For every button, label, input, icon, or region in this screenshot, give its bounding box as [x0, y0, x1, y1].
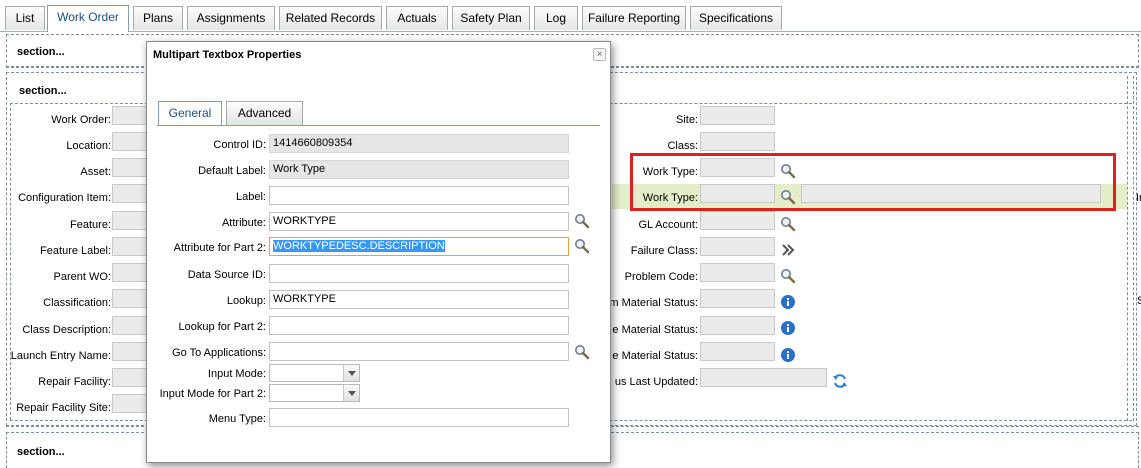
field-label-repair-facility-site: Repair Facility Site:: [16, 402, 111, 414]
tab-related-records[interactable]: Related Records: [279, 6, 382, 30]
tab-general[interactable]: General: [158, 101, 222, 126]
field-label-location: Location:: [66, 140, 111, 152]
info-icon[interactable]: [780, 347, 796, 363]
material-status-input-3[interactable]: [700, 342, 775, 361]
go-to-applications-label: Go To Applications:: [172, 347, 266, 359]
field-label-feature-label: Feature Label:: [40, 245, 111, 257]
section-inner-left-border: [10, 103, 11, 420]
field-label-material-status-3: e Material Status:: [612, 350, 698, 362]
info-icon[interactable]: [780, 294, 796, 310]
input-mode-label: Input Mode:: [207, 368, 266, 380]
section-inner-right-border: [1127, 76, 1128, 421]
section-title: section...: [17, 46, 65, 58]
menu-type-label: Menu Type:: [208, 413, 266, 425]
tab-advanced[interactable]: Advanced: [226, 101, 303, 125]
tab-bar: List Work Order Plans Assignments Relate…: [0, 0, 1141, 32]
field-label-site: Site:: [675, 114, 698, 126]
magnifier-icon[interactable]: [574, 344, 590, 360]
field-label-classification: Classification:: [43, 297, 111, 309]
field-label-class-description: Class Description:: [22, 324, 111, 336]
double-chevron-right-icon[interactable]: [780, 242, 796, 258]
data-source-id-field[interactable]: [269, 264, 569, 283]
chevron-down-icon[interactable]: [343, 385, 359, 401]
attribute-part2-label: Attribute for Part 2:: [173, 242, 266, 254]
lookup-part2-field[interactable]: [269, 316, 569, 335]
tab-safety-plan[interactable]: Safety Plan: [452, 6, 530, 30]
attribute-part2-field[interactable]: WORKTYPEDESC.DESCRIPTION: [269, 237, 569, 256]
failure-class-input[interactable]: [700, 237, 775, 256]
field-label-asset: Asset:: [80, 166, 111, 178]
material-status-input-2[interactable]: [700, 316, 775, 335]
data-source-id-label: Data Source ID:: [187, 269, 266, 281]
attribute-label: Attribute:: [221, 217, 266, 229]
go-to-applications-field[interactable]: [269, 342, 569, 361]
highlight-annotation-box: [630, 153, 1116, 211]
label-field[interactable]: [269, 186, 569, 205]
input-mode-part2-select[interactable]: [269, 384, 360, 402]
dialog-title: Multipart Textbox Properties: [153, 49, 302, 61]
tab-list[interactable]: List: [5, 6, 45, 30]
lookup-label: Lookup:: [226, 295, 266, 307]
field-label-feature: Feature:: [70, 219, 111, 231]
field-label-parent-wo: Parent WO:: [53, 271, 111, 283]
refresh-icon[interactable]: [832, 373, 848, 389]
section-title: section...: [19, 85, 67, 97]
chevron-down-icon[interactable]: [343, 365, 359, 381]
menu-type-field[interactable]: [269, 408, 569, 427]
field-label-status-last-updated: us Last Updated:: [614, 376, 698, 388]
label-label: Label:: [236, 191, 266, 203]
default-label-field: Work Type: [269, 160, 569, 179]
tab-specifications[interactable]: Specifications: [690, 6, 782, 30]
class-input[interactable]: [700, 132, 775, 151]
lookup-part2-label: Lookup for Part 2:: [178, 321, 266, 333]
control-id-field: 1414660809354: [269, 134, 569, 153]
gl-account-input[interactable]: [700, 211, 775, 230]
field-label-class: Class:: [667, 140, 698, 152]
tab-assignments[interactable]: Assignments: [187, 6, 275, 30]
field-label-work-order: Work Order:: [51, 114, 111, 126]
selected-text: WORKTYPEDESC.DESCRIPTION: [273, 240, 445, 252]
section-title: section...: [17, 446, 65, 458]
field-label-material-status-2: e Material Status:: [612, 324, 698, 336]
field-label-problem-code: Problem Code:: [624, 271, 698, 283]
input-mode-select[interactable]: [269, 364, 360, 382]
dialog-tab-divider: [157, 125, 600, 126]
close-icon[interactable]: ×: [593, 48, 606, 61]
tab-work-order[interactable]: Work Order: [47, 5, 129, 32]
tab-actuals[interactable]: Actuals: [386, 6, 448, 30]
attribute-field[interactable]: WORKTYPE: [269, 212, 569, 231]
field-label-launch-entry-name: Launch Entry Name:: [10, 350, 111, 362]
info-icon[interactable]: [780, 320, 796, 336]
right-edge-text: In: [1136, 192, 1141, 204]
input-mode-part2-label: Input Mode for Part 2:: [159, 388, 266, 400]
magnifier-icon[interactable]: [780, 268, 796, 284]
site-input[interactable]: [700, 106, 775, 125]
lookup-field[interactable]: WORKTYPE: [269, 290, 569, 309]
magnifier-icon[interactable]: [574, 238, 590, 254]
right-edge-text: S: [1137, 295, 1141, 307]
tab-log[interactable]: Log: [534, 6, 578, 30]
field-label-configuration-item: Configuration Item:: [18, 192, 111, 204]
magnifier-icon[interactable]: [780, 216, 796, 232]
multipart-textbox-properties-dialog[interactable]: Multipart Textbox Properties × General A…: [146, 41, 611, 463]
field-label-material-status-1: m Material Status:: [609, 297, 698, 309]
problem-code-input[interactable]: [700, 263, 775, 282]
default-label-label: Default Label:: [198, 165, 266, 177]
field-label-failure-class: Failure Class:: [630, 245, 698, 257]
tab-plans[interactable]: Plans: [133, 6, 183, 30]
tab-failure-reporting[interactable]: Failure Reporting: [582, 6, 686, 30]
magnifier-icon[interactable]: [574, 213, 590, 229]
control-id-label: Control ID:: [213, 139, 266, 151]
status-last-updated-input[interactable]: [700, 368, 827, 387]
field-label-gl-account: GL Account:: [638, 219, 698, 231]
material-status-input-1[interactable]: [700, 289, 775, 308]
section-outer-right-border: [1133, 76, 1134, 421]
field-label-repair-facility: Repair Facility:: [38, 376, 111, 388]
